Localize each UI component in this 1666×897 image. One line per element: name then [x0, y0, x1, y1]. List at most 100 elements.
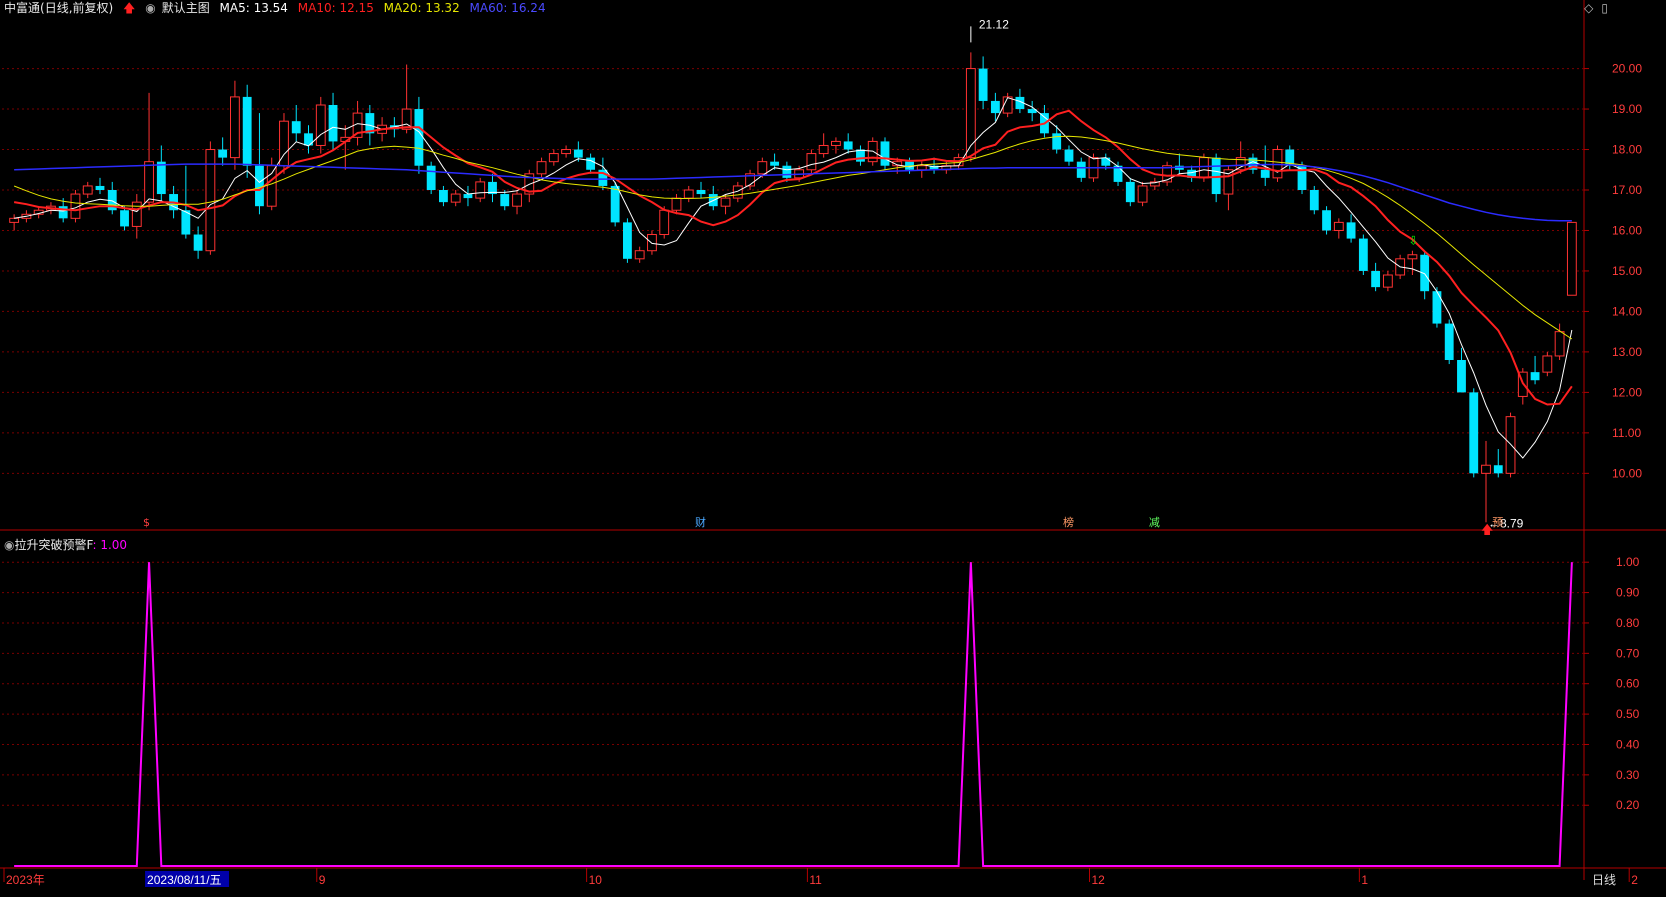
candle-body-down	[1457, 360, 1466, 393]
candle-body-down	[1469, 392, 1479, 474]
stock-name[interactable]: 中富通	[4, 1, 40, 15]
candle-body-up	[82, 185, 93, 195]
candle-body-down	[990, 100, 1000, 114]
price-tick-label: 17.00	[1612, 183, 1642, 197]
ma5-label: MA5: 13.54	[219, 1, 288, 15]
candle-body-down	[1064, 149, 1074, 162]
candle-body-down	[586, 157, 596, 170]
event-marker: 减	[1149, 516, 1160, 529]
price-tick-label: 13.00	[1612, 345, 1642, 359]
price-tick-label: 11.00	[1612, 426, 1641, 440]
maximize-icon[interactable]: ▯	[1601, 1, 1608, 15]
candle-body-down	[880, 141, 890, 166]
price-tick-label: 10.00	[1612, 466, 1642, 480]
candle-body-down	[1358, 238, 1368, 271]
sell-signal-icon: ⇩	[1408, 234, 1418, 248]
candle-body-up	[450, 193, 461, 203]
candle-body-up	[1505, 416, 1516, 474]
candle-body-up	[266, 165, 277, 207]
candle-body-up	[315, 104, 326, 146]
indicator-name[interactable]: 拉升突破预警F	[14, 538, 92, 552]
price-tick-label: 18.00	[1612, 143, 1642, 157]
candle-body-down	[414, 109, 424, 166]
candle-body-up	[806, 153, 817, 171]
indicator-dropdown-icon[interactable]: ◉	[4, 538, 14, 552]
candle-body-down	[218, 149, 228, 158]
x-axis-label: 1	[1361, 873, 1368, 887]
candle-body-up	[1272, 149, 1283, 179]
indicator-tick-label: 0.70	[1616, 646, 1640, 660]
ma60-label: MA60: 16.24	[469, 1, 546, 15]
indicator-tick-label: 0.50	[1616, 707, 1640, 721]
candle-body-down	[58, 206, 68, 219]
ma10-label: MA10: 12.15	[297, 1, 374, 15]
candle-body-down	[1371, 270, 1381, 288]
candle-body-up	[561, 149, 572, 155]
indicator-tick-label: 0.40	[1616, 737, 1640, 751]
price-tick-label: 20.00	[1612, 62, 1642, 76]
candle-body-down	[1076, 161, 1086, 178]
candle-body-up	[1407, 254, 1418, 260]
candle-body-up	[1137, 185, 1148, 203]
event-marker: 预	[1492, 516, 1503, 529]
candle-body-up	[634, 250, 645, 260]
candle-body-down	[696, 190, 706, 195]
candle-body-up	[671, 197, 682, 211]
candle-body-up	[1198, 157, 1209, 179]
candle-body-down	[782, 165, 792, 178]
candle-body-up	[720, 197, 731, 207]
candle-body-down	[120, 210, 129, 227]
indicator-tick-label: 1.00	[1616, 555, 1640, 569]
indicator-tick-label: 0.80	[1616, 616, 1640, 630]
candle-body-up	[659, 209, 670, 236]
x-axis-label: 11	[809, 873, 822, 887]
candle-body-down	[622, 222, 632, 259]
candle-body-down	[1322, 210, 1331, 231]
dropdown-icon[interactable]: ◉	[145, 1, 155, 15]
x-axis-label: 9	[319, 873, 326, 887]
price-tick-label: 12.00	[1612, 385, 1642, 399]
event-marker: $	[143, 516, 150, 529]
candle-body-down	[1125, 181, 1135, 203]
candle-body-up	[965, 68, 976, 159]
candle-body-up	[475, 181, 486, 199]
candle-body-down	[1432, 291, 1442, 324]
diamond-icon[interactable]: ◇	[1584, 1, 1593, 15]
candle-body-down	[1101, 157, 1111, 166]
candle-body-down	[291, 121, 301, 134]
candle-body-up	[1542, 355, 1553, 373]
candle-body-down	[843, 141, 853, 150]
candle-body-down	[193, 234, 203, 251]
candle-body-down	[610, 185, 620, 223]
main-chart-header: 中富通(日线,前复权) 🡅 ◉ 默认主图 MA5: 13.54 MA10: 12.…	[4, 0, 552, 16]
chart-mode: (日线,前复权)	[40, 1, 114, 15]
price-tick-label: 16.00	[1612, 223, 1642, 237]
candle-body-down	[1493, 465, 1503, 474]
candle-body-up	[683, 189, 694, 199]
up-arrow-icon: 🡅	[123, 1, 136, 15]
indicator-tick-label: 0.30	[1616, 768, 1640, 782]
candle-body-down	[255, 165, 264, 207]
candle-body-up	[757, 161, 768, 175]
chart-canvas[interactable]: 10.0011.0012.0013.0014.0015.0016.0017.00…	[0, 0, 1666, 897]
candle-body-down	[1444, 323, 1454, 360]
candle-body-down	[328, 105, 338, 142]
price-tick-label: 14.00	[1612, 304, 1642, 318]
candle-body-down	[156, 161, 166, 195]
candle-body-up	[144, 161, 154, 203]
window-tools: ◇ ▯	[1576, 1, 1608, 15]
candle-body-up	[1554, 331, 1565, 357]
main-chart-label[interactable]: 默认主图	[162, 1, 210, 15]
candle-body-down	[856, 149, 865, 162]
candle-body-up	[647, 234, 657, 252]
candle-body-down	[1309, 190, 1319, 211]
candle-body-down	[1530, 372, 1540, 381]
candle-body-up	[818, 144, 829, 155]
period-button[interactable]: 日线	[1592, 873, 1616, 887]
candle-body-up	[916, 165, 927, 171]
ma-line-ma20	[13, 135, 1573, 340]
x-axis-label: 2	[1631, 873, 1638, 887]
x-axis-label-date: 2023/08/11/五	[147, 873, 222, 887]
candle-body-down	[95, 185, 105, 190]
indicator-tick-label: 0.20	[1616, 798, 1640, 812]
